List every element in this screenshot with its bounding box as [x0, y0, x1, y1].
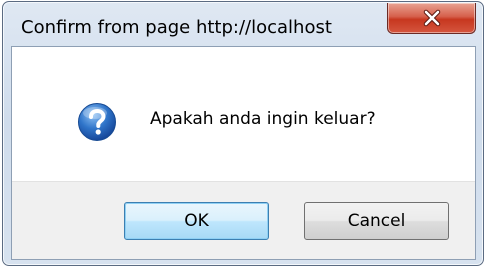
dialog-message: Apakah anda ingin keluar? [150, 109, 376, 129]
dialog-title: Confirm from page http://localhost [21, 17, 332, 38]
button-bar: OK Cancel [12, 181, 475, 259]
ok-button[interactable]: OK [124, 202, 269, 240]
confirm-dialog: Confirm from page http://localhost Apaka… [2, 1, 484, 266]
cancel-button[interactable]: Cancel [304, 202, 449, 240]
question-icon [77, 102, 117, 142]
close-icon [388, 3, 475, 33]
message-area: Apakah anda ingin keluar? [12, 47, 475, 181]
dialog-body: Apakah anda ingin keluar? OK Cancel [11, 46, 476, 260]
close-button[interactable] [387, 3, 476, 34]
